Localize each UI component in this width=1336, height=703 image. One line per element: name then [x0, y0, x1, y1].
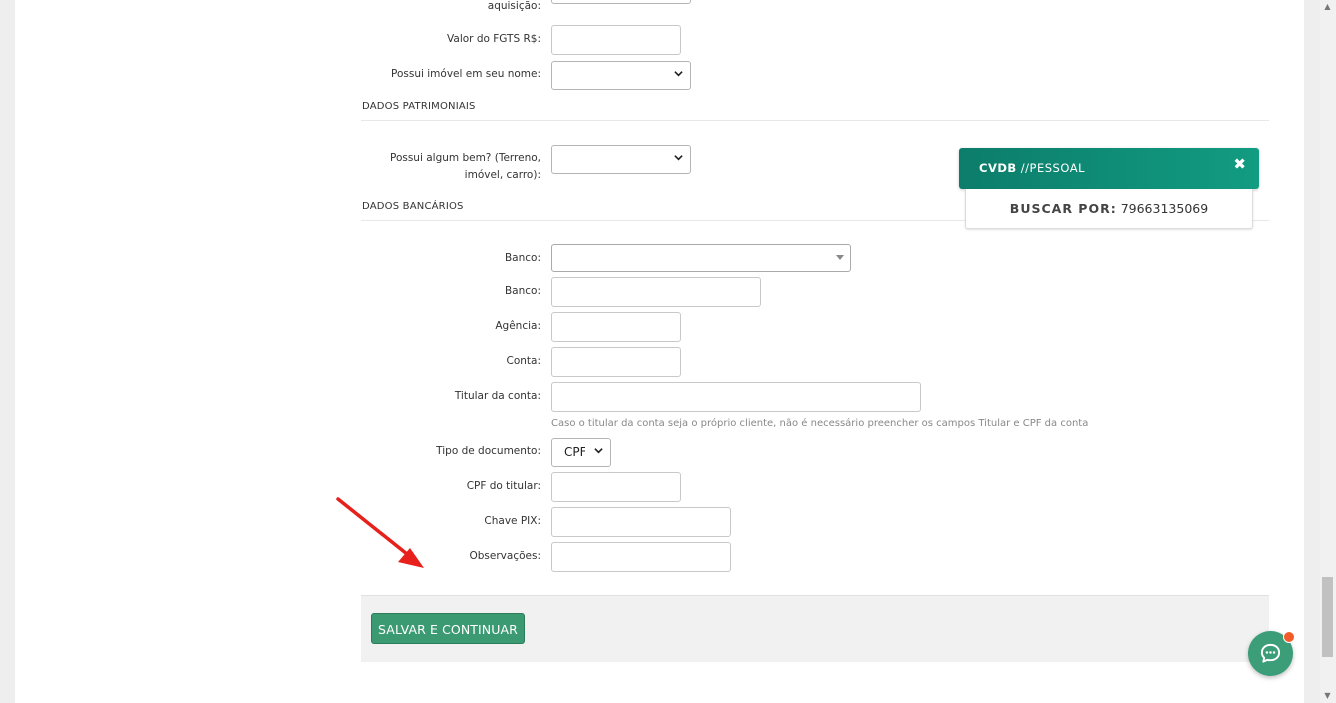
banco-label: Banco: [504, 285, 541, 297]
possui-imovel-select[interactable] [551, 61, 691, 90]
possui-imovel-label: Possui imóvel em seu nome: [391, 68, 541, 80]
agencia-input[interactable] [551, 312, 681, 342]
chave-pix-label: Chave PIX: [484, 515, 541, 527]
banco-select[interactable] [551, 244, 851, 272]
conta-label: Conta: [506, 355, 542, 367]
agencia-label: Agência: [495, 320, 541, 332]
aquisicao-label: aquisição: [487, 0, 541, 12]
scroll-down-arrow[interactable]: ▼ [1322, 690, 1333, 702]
section-title-patrimoniais: DADOS PATRIMONIAIS [362, 101, 476, 112]
tipo-documento-label: Tipo de documento: [436, 445, 541, 457]
titular-input[interactable] [551, 382, 921, 412]
cvdb-panel-body: BUSCAR POR: 79663135069 [965, 189, 1253, 229]
cvdb-title-rest: //PESSOAL [1016, 161, 1085, 175]
tipo-documento-value: CPF [564, 445, 585, 459]
notification-badge [1283, 631, 1295, 643]
conta-input[interactable] [551, 347, 681, 377]
possui-bem-select[interactable] [551, 145, 691, 174]
fgts-input[interactable] [551, 25, 681, 55]
page-left-gutter [0, 0, 15, 703]
cvdb-title-bold: CVDB [979, 161, 1017, 175]
buscar-por-value: 79663135069 [1120, 201, 1209, 216]
section-title-bancarios: DADOS BANCÁRIOS [362, 201, 464, 212]
caret-down-icon [836, 255, 844, 260]
scrollbar-thumb[interactable] [1322, 577, 1333, 657]
chevron-down-icon [674, 71, 683, 77]
chevron-down-icon [594, 448, 603, 454]
cpf-titular-label: CPF do titular: [466, 480, 541, 492]
chave-pix-input[interactable] [551, 507, 731, 537]
scroll-up-arrow[interactable]: ▲ [1322, 1, 1333, 13]
section-divider [361, 120, 1269, 121]
titular-label: Titular da conta: [454, 390, 541, 402]
titular-help-text: Caso o titular da conta seja o próprio c… [551, 418, 1089, 429]
fgts-label: Valor do FGTS R$: [447, 33, 541, 45]
banco-select-label: Banco: [504, 252, 541, 264]
tipo-documento-select[interactable]: CPF [551, 438, 611, 467]
chat-bubble-icon [1260, 643, 1281, 663]
buscar-por-label: BUSCAR POR: [1009, 201, 1117, 216]
observacoes-input[interactable] [551, 542, 731, 572]
cvdb-title: CVDB //PESSOAL [979, 161, 1085, 175]
observacoes-label: Observações: [469, 550, 542, 562]
cpf-titular-input[interactable] [551, 472, 681, 502]
page-right-gutter [1304, 0, 1320, 703]
annotation-arrow-icon [336, 497, 424, 568]
chevron-down-icon [674, 155, 683, 161]
close-icon[interactable]: ✖ [1233, 155, 1246, 173]
cvdb-panel-header: CVDB //PESSOAL ✖ [959, 148, 1259, 189]
banco-input[interactable] [551, 277, 761, 307]
possui-bem-label: Possui algum bem? (Terreno, imóvel, carr… [389, 152, 541, 181]
save-and-continue-button[interactable]: SALVAR E CONTINUAR [371, 613, 525, 644]
aquisicao-select[interactable] [551, 0, 691, 4]
